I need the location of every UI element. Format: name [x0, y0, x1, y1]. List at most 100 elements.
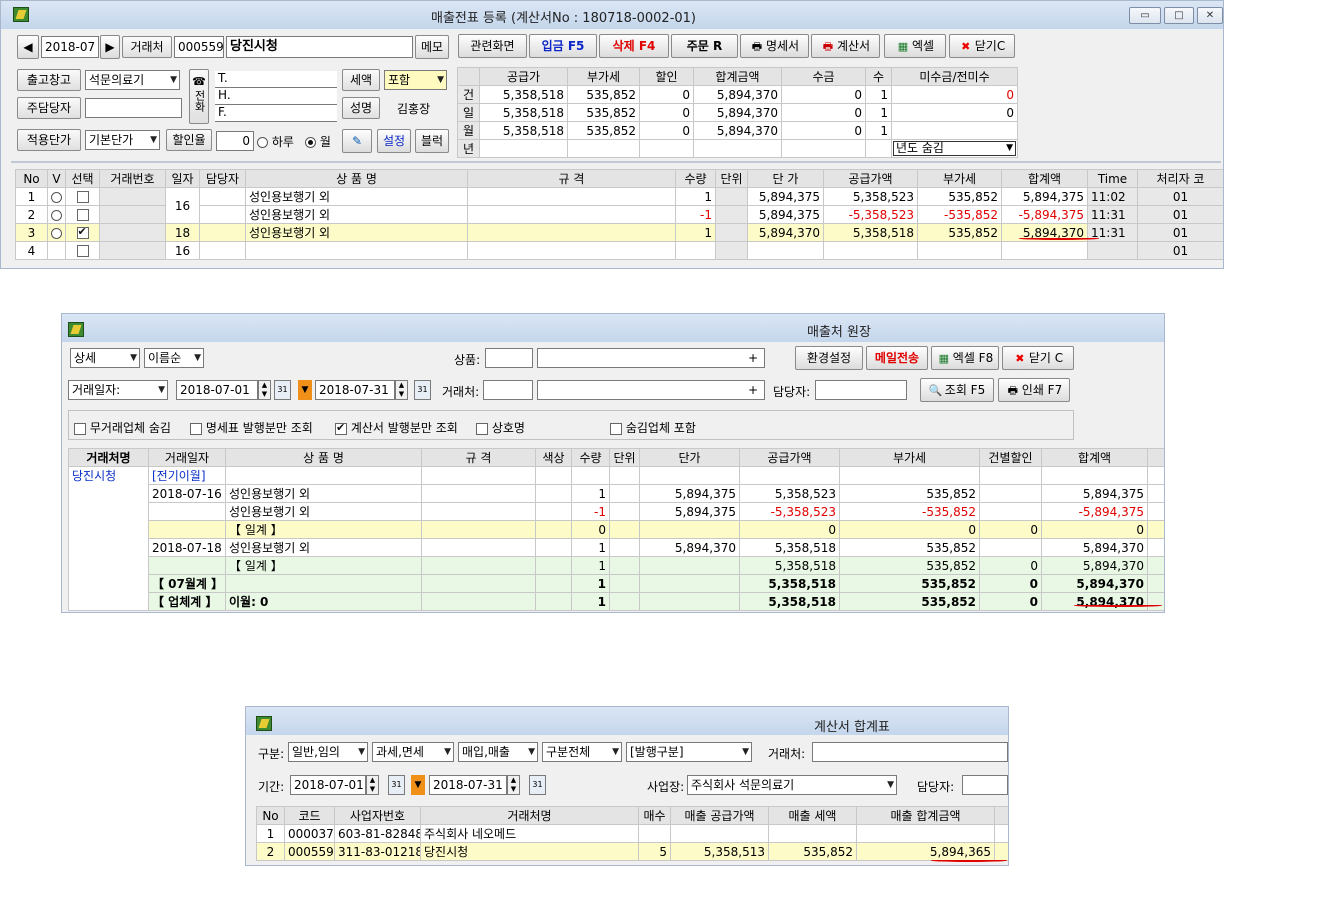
- client-code-field[interactable]: [483, 380, 533, 400]
- table-row[interactable]: 1 16 성인용보행기 외 1 5,894,375 5,358,523 535,…: [15, 187, 1223, 224]
- close-c-button[interactable]: ✖ 닫기C: [949, 34, 1015, 58]
- order-button[interactable]: 주문 R: [671, 34, 738, 58]
- print-button[interactable]: 🖶 인쇄 F7: [998, 378, 1070, 402]
- tel-field[interactable]: T.: [215, 71, 337, 88]
- row-radio[interactable]: [51, 209, 62, 221]
- inout-select[interactable]: 매입,매출: [458, 742, 538, 762]
- block-button[interactable]: 블럭: [415, 129, 449, 153]
- prev-month-button[interactable]: ◀: [17, 35, 39, 59]
- date-type-select[interactable]: 거래일자:: [68, 380, 168, 400]
- client-name-field[interactable]: 당진시청: [226, 36, 413, 58]
- date-from-field[interactable]: 2018-07-01: [176, 380, 258, 400]
- statement-button[interactable]: 🖶 명세서: [740, 34, 809, 58]
- issue-type-select[interactable]: [발행구분]: [626, 742, 752, 762]
- checkbox[interactable]: [74, 422, 86, 435]
- minimize-button[interactable]: ▭: [1129, 7, 1161, 24]
- product-name-field[interactable]: +: [537, 348, 765, 368]
- client-label: 거래처:: [768, 747, 806, 761]
- hp-field[interactable]: H.: [215, 88, 337, 105]
- period-dropdown-icon[interactable]: ▼: [298, 380, 312, 400]
- year-hide-select[interactable]: 년도 숨김 ▼: [893, 141, 1016, 156]
- date-to-spinner[interactable]: ▲ ▼: [395, 380, 408, 400]
- table-row[interactable]: 당진시청 [전기이월]: [68, 466, 1164, 611]
- excel-button[interactable]: ▦ 엑셀 F8: [931, 346, 999, 370]
- excel-button[interactable]: ▦ 엑셀: [884, 34, 946, 58]
- warehouse-select[interactable]: 석문의료기: [85, 70, 180, 90]
- option-hide-no-trade[interactable]: 무거래업체 숨김: [74, 419, 171, 436]
- daily-subtotal-row[interactable]: 【 일계 】 0 0 0 0 0: [68, 520, 1164, 539]
- next-month-button[interactable]: ▶: [100, 35, 120, 59]
- option-statement-only[interactable]: 명세표 발행분만 조회: [190, 419, 313, 436]
- calendar-icon[interactable]: 31: [414, 380, 431, 400]
- row-checkbox[interactable]: [76, 245, 89, 257]
- deposit-button[interactable]: 입금 F5: [529, 34, 597, 58]
- calendar-icon[interactable]: 31: [388, 775, 405, 795]
- delete-button[interactable]: 삭제 F4: [599, 34, 669, 58]
- period-dropdown-icon[interactable]: ▼: [411, 775, 425, 795]
- grand-total-row[interactable]: 【 업체계 】 이월: 0 1 5,358,518 535,852 0 5,89…: [68, 592, 1164, 611]
- option-include-hidden[interactable]: 숨김업체 포함: [610, 419, 696, 436]
- memo-button[interactable]: 메모: [415, 35, 449, 59]
- date-to-field[interactable]: 2018-07-31: [315, 380, 395, 400]
- edit-button[interactable]: ✎: [342, 129, 372, 153]
- detail-select[interactable]: 상세: [70, 348, 140, 368]
- manager-field[interactable]: [815, 380, 907, 400]
- table-row[interactable]: 성인용보행기 외 -1 5,894,375 -5,358,523 -535,85…: [69, 502, 1164, 521]
- close-c-button[interactable]: ✖ 닫기 C: [1002, 346, 1074, 370]
- business-select[interactable]: 주식회사 석문의료기: [687, 775, 897, 795]
- table-row[interactable]: 2018-07-16 성인용보행기 외 1 5,894,375 5,358,52…: [69, 484, 1164, 503]
- month-field[interactable]: 2018-07: [41, 36, 99, 58]
- rate-select[interactable]: 기본단가: [85, 130, 160, 150]
- checkbox[interactable]: [190, 422, 202, 435]
- discount-field[interactable]: 0: [216, 131, 254, 151]
- radio-month[interactable]: 월: [305, 133, 331, 150]
- client-label: 거래처:: [442, 385, 480, 399]
- tax-type-select[interactable]: 과세,면세: [372, 742, 454, 762]
- radio-day[interactable]: 하루: [257, 133, 294, 150]
- related-screen-button[interactable]: 관련화면: [458, 34, 527, 58]
- row-checkbox[interactable]: [76, 191, 89, 203]
- client-code-field[interactable]: 000559: [174, 36, 224, 58]
- checkbox[interactable]: [610, 422, 622, 435]
- date-from-spinner[interactable]: ▲ ▼: [366, 775, 379, 795]
- env-settings-button[interactable]: 환경설정: [795, 346, 863, 370]
- settings-button[interactable]: 설정: [377, 129, 411, 153]
- date-to-spinner[interactable]: ▲ ▼: [507, 775, 520, 795]
- table-row[interactable]: 1 000037 603-81-82848 주식회사 네오메드: [256, 824, 1008, 843]
- row-radio[interactable]: [51, 191, 62, 203]
- fax-field[interactable]: F.: [215, 105, 337, 122]
- client-field[interactable]: [812, 742, 1008, 762]
- manager-field[interactable]: [85, 98, 182, 118]
- table-row[interactable]: 4 16 01: [15, 241, 1223, 260]
- row-checkbox[interactable]: [76, 209, 89, 221]
- maximize-button[interactable]: □: [1164, 7, 1194, 24]
- division-select[interactable]: 구분전체: [542, 742, 622, 762]
- month-total-row[interactable]: 【 07월계 】 1 5,358,518 535,852 0 5,894,370: [68, 574, 1164, 593]
- date-from-field[interactable]: 2018-07-01: [290, 775, 366, 795]
- date-from-spinner[interactable]: ▲ ▼: [258, 380, 271, 400]
- invoice-button[interactable]: 🖶 계산서: [811, 34, 880, 58]
- sort-select[interactable]: 이름순: [144, 348, 204, 368]
- day-radio[interactable]: [257, 137, 268, 148]
- option-invoice-only[interactable]: 계산서 발행분만 조회: [335, 419, 458, 436]
- tax-select[interactable]: 포함: [384, 70, 447, 90]
- calendar-icon[interactable]: 31: [274, 380, 291, 400]
- checkbox[interactable]: [335, 421, 347, 435]
- product-code-field[interactable]: [485, 348, 533, 368]
- mail-send-button[interactable]: 메일전송: [866, 346, 928, 370]
- manager-field[interactable]: [962, 775, 1008, 795]
- close-button[interactable]: ✕: [1197, 7, 1223, 24]
- checkbox[interactable]: [476, 422, 488, 435]
- search-button[interactable]: 🔍 조회 F5: [920, 378, 994, 402]
- row-checkbox[interactable]: [76, 225, 89, 239]
- table-row[interactable]: 2018-07-18 성인용보행기 외 1 5,894,370 5,358,51…: [69, 538, 1164, 557]
- calendar-icon[interactable]: 31: [529, 775, 546, 795]
- month-radio[interactable]: [305, 137, 316, 148]
- daily-subtotal-row[interactable]: 【 일계 】 1 5,358,518 535,852 0 5,894,370: [68, 556, 1164, 575]
- client-name-field[interactable]: +: [537, 380, 765, 400]
- row-radio[interactable]: [51, 227, 62, 239]
- option-company-name[interactable]: 상호명: [476, 419, 525, 436]
- date-to-field[interactable]: 2018-07-31: [429, 775, 507, 795]
- kind-select[interactable]: 일반,임의: [288, 742, 368, 762]
- table-row-selected[interactable]: 2 000559 311-83-01218 당진시청 5 5,358,513 5…: [256, 842, 1008, 861]
